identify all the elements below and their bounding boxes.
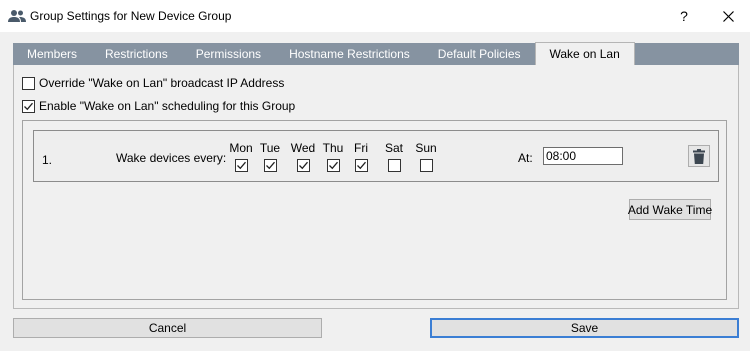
schedule-index: 1. — [42, 153, 53, 167]
time-spinbox[interactable]: ▲ ▼ — [543, 147, 708, 165]
day-thu: Thu — [318, 141, 348, 174]
day-sat-checkbox[interactable] — [387, 159, 401, 172]
tab-permissions[interactable]: Permissions — [182, 43, 275, 65]
checkmark-icon — [298, 161, 308, 170]
day-thu-checkbox[interactable] — [326, 159, 340, 172]
day-wed-checkbox[interactable] — [296, 159, 310, 172]
override-ip-checkbox[interactable] — [22, 76, 35, 90]
checkmark-icon — [236, 161, 246, 170]
day-fri: Fri — [346, 141, 376, 174]
override-ip-option[interactable]: Override "Wake on Lan" broadcast IP Addr… — [22, 76, 284, 90]
day-sun: Sun — [411, 141, 441, 175]
day-label: Sun — [415, 141, 437, 155]
day-sun-checkbox[interactable] — [419, 159, 433, 172]
enable-scheduling-option[interactable]: Enable "Wake on Lan" scheduling for this… — [22, 99, 295, 113]
close-icon — [722, 10, 734, 22]
day-label: Thu — [322, 141, 344, 155]
tab-restrictions[interactable]: Restrictions — [91, 43, 182, 65]
tab-default-policies[interactable]: Default Policies — [424, 43, 535, 65]
help-button[interactable]: ? — [664, 0, 704, 32]
day-sat: Sat — [379, 141, 409, 175]
users-icon — [8, 8, 26, 24]
window-title: Group Settings for New Device Group — [30, 9, 232, 23]
checkmark-icon — [24, 102, 33, 110]
day-tue: Tue — [255, 141, 285, 174]
wake-devices-label: Wake devices every: — [116, 151, 227, 165]
title-bar: Group Settings for New Device Group ? — [0, 0, 750, 32]
close-button[interactable] — [706, 0, 750, 32]
day-label: Tue — [259, 141, 281, 155]
day-label: Mon — [229, 141, 253, 155]
day-fri-checkbox[interactable] — [354, 159, 368, 172]
day-tue-checkbox[interactable] — [263, 159, 277, 172]
tab-wake-on-lan[interactable]: Wake on Lan — [534, 42, 635, 66]
at-label: At: — [518, 151, 533, 165]
tab-hostname-restrictions[interactable]: Hostname Restrictions — [275, 43, 424, 65]
tab-members[interactable]: Members — [13, 43, 91, 65]
enable-scheduling-label: Enable "Wake on Lan" scheduling for this… — [39, 99, 296, 113]
day-label: Wed — [290, 141, 316, 155]
day-mon-checkbox[interactable] — [234, 159, 248, 172]
day-label: Fri — [354, 141, 368, 155]
day-label: Sat — [384, 141, 403, 155]
override-ip-label: Override "Wake on Lan" broadcast IP Addr… — [39, 76, 285, 90]
add-wake-time-button[interactable]: Add Wake Time — [628, 199, 712, 220]
checkmark-icon — [356, 161, 366, 170]
cancel-button[interactable]: Cancel — [13, 318, 322, 338]
checkmark-icon — [328, 161, 338, 170]
enable-scheduling-checkbox[interactable] — [22, 99, 35, 113]
day-wed: Wed — [288, 141, 318, 174]
delete-wake-time-button[interactable] — [688, 145, 710, 167]
day-mon: Mon — [226, 141, 256, 174]
save-button[interactable]: Save — [430, 318, 739, 338]
checkmark-icon — [265, 161, 275, 170]
trash-icon — [693, 148, 705, 164]
tab-bar: Members Restrictions Permissions Hostnam… — [13, 42, 739, 66]
time-input[interactable] — [544, 148, 701, 164]
